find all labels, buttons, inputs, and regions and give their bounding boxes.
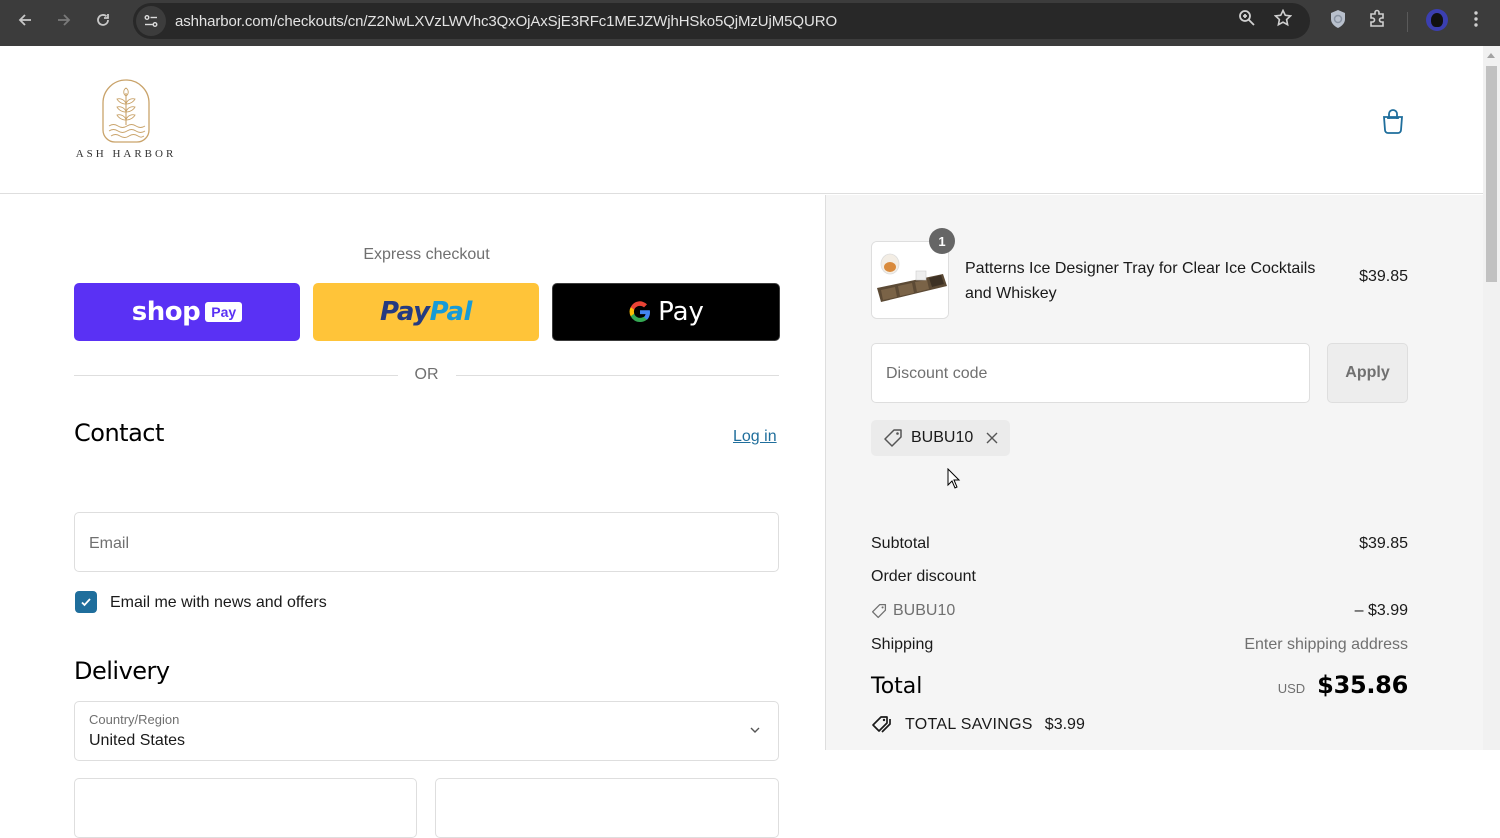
checkmark-icon [81, 598, 91, 607]
scroll-up-arrow[interactable] [1487, 53, 1495, 58]
discount-value: – $3.99 [1354, 602, 1408, 619]
paypal-wordmark: PayPal [380, 297, 472, 327]
checkout-form: Express checkout shop Pay PayPal Pay OR … [0, 195, 826, 838]
subtotal-label: Subtotal [871, 535, 930, 552]
discount-code-line: BUBU10 [871, 602, 955, 620]
express-checkout-title: Express checkout [363, 246, 490, 263]
total-savings: TOTAL SAVINGS $3.99 [871, 715, 1085, 735]
shopping-bag-icon [1383, 109, 1403, 134]
site-header: ASH HARBOR [0, 46, 1483, 194]
url-text[interactable]: ashharbor.com/checkouts/cn/Z2NwLXVzLWVhc… [175, 13, 837, 30]
remove-discount-button[interactable] [986, 432, 998, 444]
country-label: Country/Region [89, 712, 180, 727]
extensions-puzzle-icon [1370, 9, 1384, 27]
shield-extension-button[interactable] [1329, 9, 1347, 34]
google-g-icon [629, 301, 651, 323]
or-text: OR [414, 366, 439, 383]
email-placeholder: Email [89, 535, 130, 552]
email-field[interactable]: Email [74, 512, 779, 572]
paypal-button[interactable]: PayPal [313, 283, 539, 341]
page-scrollbar[interactable] [1483, 46, 1500, 750]
total-label: Total [871, 674, 923, 699]
subtotal-row: Subtotal $39.85 [871, 535, 1408, 553]
newsletter-label[interactable]: Email me with news and offers [110, 594, 327, 612]
back-icon [18, 14, 31, 26]
applied-discount-tag: BUBU10 [871, 420, 1011, 456]
reload-button[interactable] [91, 8, 115, 32]
order-discount-row: Order discount [871, 568, 1408, 586]
applied-code: BUBU10 [911, 429, 974, 446]
back-button[interactable] [13, 8, 37, 32]
google-pay-label: Pay [658, 297, 704, 327]
zoom-icon [1239, 10, 1255, 26]
shop-pay-badge: Pay [205, 302, 243, 322]
address-bar[interactable]: ashharbor.com/checkouts/cn/Z2NwLXVzLWVhc… [133, 3, 1310, 39]
chevron-down-icon [750, 727, 760, 733]
delivery-heading: Delivery [74, 657, 170, 685]
country-select[interactable]: Country/Region United States [74, 701, 779, 761]
leaf-emblem-icon [102, 79, 150, 143]
last-name-field[interactable] [435, 778, 779, 838]
discount-code-text: BUBU10 [893, 602, 956, 619]
or-divider: OR [74, 364, 779, 386]
first-name-field[interactable] [74, 778, 417, 838]
toolbar-divider [1407, 12, 1408, 32]
forward-button[interactable] [52, 8, 76, 32]
savings-tags-icon [872, 716, 891, 733]
bookmark-star-icon [1273, 8, 1293, 27]
order-summary: 1 Patterns Ice Designer Tray for Clear I… [826, 195, 1483, 750]
site-info-icon [144, 15, 158, 27]
tag-icon [871, 603, 887, 619]
paypal-wordmark-part1: Pay [380, 297, 430, 327]
savings-label: TOTAL SAVINGS [905, 716, 1033, 733]
ice-tray-image [872, 242, 948, 318]
order-discount-label: Order discount [871, 568, 976, 585]
mouse-cursor-icon [947, 468, 961, 489]
newsletter-checkbox[interactable] [75, 591, 97, 613]
discount-code-input[interactable]: Discount code [871, 343, 1310, 403]
cart-button[interactable] [1381, 108, 1405, 134]
tag-icon [884, 429, 902, 447]
bookmark-button[interactable] [1273, 8, 1293, 32]
discount-placeholder: Discount code [886, 365, 988, 382]
quantity-badge: 1 [929, 228, 955, 254]
google-pay-button[interactable]: Pay [552, 283, 780, 341]
discount-code-row: BUBU10 – $3.99 [871, 602, 1408, 620]
total-row: Total USD $35.86 [871, 671, 1408, 699]
shipping-label: Shipping [871, 636, 934, 653]
subtotal-value: $39.85 [1359, 535, 1408, 552]
paypal-wordmark-part2: Pal [429, 297, 473, 327]
total-value-group: USD $35.86 [1277, 671, 1409, 699]
brand-name: ASH HARBOR [75, 148, 177, 160]
zoom-button[interactable] [1238, 9, 1256, 32]
shop-pay-wordmark: shop [131, 297, 201, 327]
checkout-page: ASH HARBOR Express checkout shop Pay Pay… [0, 46, 1483, 838]
reload-icon [97, 14, 109, 26]
apply-discount-button[interactable]: Apply [1327, 343, 1408, 403]
menu-dots-icon[interactable] [1470, 10, 1482, 28]
browser-toolbar: ashharbor.com/checkouts/cn/Z2NwLXVzLWVhc… [0, 0, 1500, 46]
currency-code: USD [1277, 681, 1306, 696]
savings-value: $3.99 [1044, 716, 1085, 733]
total-amount: $35.86 [1317, 671, 1408, 699]
extensions-button[interactable] [1368, 9, 1388, 34]
product-price: $39.85 [1359, 268, 1408, 285]
scroll-thumb[interactable] [1486, 66, 1497, 282]
site-info-button[interactable] [136, 6, 166, 36]
forward-icon [58, 14, 71, 26]
contact-heading: Contact [74, 419, 164, 447]
shipping-row: Shipping Enter shipping address [871, 636, 1408, 654]
shipping-value: Enter shipping address [1244, 636, 1408, 653]
login-link[interactable]: Log in [733, 428, 777, 446]
profile-avatar[interactable] [1426, 9, 1448, 31]
brand-logo[interactable]: ASH HARBOR [74, 78, 178, 160]
shield-extension-icon [1331, 10, 1345, 28]
product-name: Patterns Ice Designer Tray for Clear Ice… [965, 260, 1316, 302]
country-value: United States [89, 732, 186, 749]
shop-pay-button[interactable]: shop Pay [74, 283, 300, 341]
close-icon [986, 432, 998, 444]
